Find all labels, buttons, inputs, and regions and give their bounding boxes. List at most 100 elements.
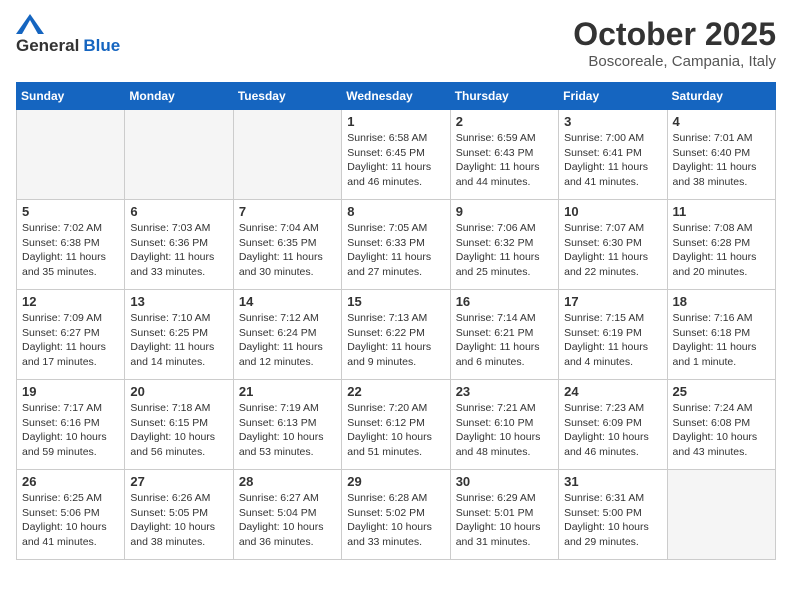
day-info: Sunrise: 7:09 AM Sunset: 6:27 PM Dayligh… xyxy=(22,311,119,370)
calendar-cell xyxy=(667,470,775,560)
day-info: Sunrise: 6:59 AM Sunset: 6:43 PM Dayligh… xyxy=(456,131,553,190)
calendar-cell: 25Sunrise: 7:24 AM Sunset: 6:08 PM Dayli… xyxy=(667,380,775,470)
calendar-cell: 8 Sunrise: 7:05 AM Sunset: 6:33 PM Daylig… xyxy=(342,200,450,290)
calendar-cell: 24 Sunrise: 7:23 AM Sunset: 6:09 PM Dayli… xyxy=(559,380,667,470)
day-info: Sunrise: 6:29 AM Sunset: 5:01 PM Dayligh… xyxy=(456,491,553,550)
calendar-cell xyxy=(17,110,125,200)
day-number: 12 xyxy=(22,294,119,309)
calendar-week-row: 26 Sunrise: 6:25 AM Sunset: 5:06 PM Dayli… xyxy=(17,470,776,560)
day-info: Sunrise: 7:05 AM Sunset: 6:33 PM Dayligh… xyxy=(347,221,444,280)
day-number: 15 xyxy=(347,294,444,309)
title-area: October 2025 Boscoreale, Campania, Italy xyxy=(573,16,776,70)
day-of-week-header: Saturday xyxy=(667,83,775,110)
day-info: Sunrise: 6:31 AM Sunset: 5:00 PM Dayligh… xyxy=(564,491,661,550)
calendar-cell: 29 Sunrise: 6:28 AM Sunset: 5:02 PM Dayli… xyxy=(342,470,450,560)
calendar-week-row: 5 Sunrise: 7:02 AM Sunset: 6:38 PM Daylig… xyxy=(17,200,776,290)
logo-icon xyxy=(16,14,44,34)
calendar-week-row: 12 Sunrise: 7:09 AM Sunset: 6:27 PM Dayli… xyxy=(17,290,776,380)
calendar-cell: 30Sunrise: 6:29 AM Sunset: 5:01 PM Dayli… xyxy=(450,470,558,560)
day-info: Sunrise: 7:00 AM Sunset: 6:41 PM Dayligh… xyxy=(564,131,661,190)
calendar-cell: 1 Sunrise: 6:58 AM Sunset: 6:45 PM Daylig… xyxy=(342,110,450,200)
day-number: 26 xyxy=(22,474,119,489)
day-number: 11 xyxy=(673,204,770,219)
day-of-week-header: Wednesday xyxy=(342,83,450,110)
day-info: Sunrise: 6:25 AM Sunset: 5:06 PM Dayligh… xyxy=(22,491,119,550)
calendar-week-row: 19 Sunrise: 7:17 AM Sunset: 6:16 PM Dayli… xyxy=(17,380,776,470)
day-info: Sunrise: 7:06 AM Sunset: 6:32 PM Dayligh… xyxy=(456,221,553,280)
calendar-cell: 2 Sunrise: 6:59 AM Sunset: 6:43 PM Daylig… xyxy=(450,110,558,200)
day-info: Sunrise: 6:58 AM Sunset: 6:45 PM Dayligh… xyxy=(347,131,444,190)
day-number: 31 xyxy=(564,474,661,489)
day-info: Sunrise: 6:27 AM Sunset: 5:04 PM Dayligh… xyxy=(239,491,336,550)
logo-general: General xyxy=(16,36,79,56)
calendar-cell: 23 Sunrise: 7:21 AM Sunset: 6:10 PM Dayli… xyxy=(450,380,558,470)
day-number: 1 xyxy=(347,114,444,129)
day-number: 4 xyxy=(673,114,770,129)
day-info: Sunrise: 7:12 AM Sunset: 6:24 PM Dayligh… xyxy=(239,311,336,370)
calendar-cell: 22 Sunrise: 7:20 AM Sunset: 6:12 PM Dayli… xyxy=(342,380,450,470)
day-number: 22 xyxy=(347,384,444,399)
day-number: 28 xyxy=(239,474,336,489)
day-number: 14 xyxy=(239,294,336,309)
day-number: 10 xyxy=(564,204,661,219)
day-info: Sunrise: 7:21 AM Sunset: 6:10 PM Dayligh… xyxy=(456,401,553,460)
logo-blue: Blue xyxy=(83,36,120,56)
day-number: 21 xyxy=(239,384,336,399)
day-info: Sunrise: 7:14 AM Sunset: 6:21 PM Dayligh… xyxy=(456,311,553,370)
calendar-cell: 7Sunrise: 7:04 AM Sunset: 6:35 PM Daylig… xyxy=(233,200,341,290)
calendar-cell: 17Sunrise: 7:15 AM Sunset: 6:19 PM Dayli… xyxy=(559,290,667,380)
day-of-week-header: Friday xyxy=(559,83,667,110)
location-title: Boscoreale, Campania, Italy xyxy=(573,53,776,70)
month-title: October 2025 xyxy=(573,16,776,53)
calendar-header-row: SundayMondayTuesdayWednesdayThursdayFrid… xyxy=(17,83,776,110)
day-number: 5 xyxy=(22,204,119,219)
day-info: Sunrise: 7:17 AM Sunset: 6:16 PM Dayligh… xyxy=(22,401,119,460)
day-info: Sunrise: 7:18 AM Sunset: 6:15 PM Dayligh… xyxy=(130,401,227,460)
calendar-cell: 19 Sunrise: 7:17 AM Sunset: 6:16 PM Dayli… xyxy=(17,380,125,470)
calendar-cell: 20Sunrise: 7:18 AM Sunset: 6:15 PM Dayli… xyxy=(125,380,233,470)
calendar-cell xyxy=(125,110,233,200)
day-of-week-header: Monday xyxy=(125,83,233,110)
day-info: Sunrise: 6:28 AM Sunset: 5:02 PM Dayligh… xyxy=(347,491,444,550)
day-number: 25 xyxy=(673,384,770,399)
calendar-cell: 27Sunrise: 6:26 AM Sunset: 5:05 PM Dayli… xyxy=(125,470,233,560)
calendar-cell: 14 Sunrise: 7:12 AM Sunset: 6:24 PM Dayli… xyxy=(233,290,341,380)
calendar-cell: 15 Sunrise: 7:13 AM Sunset: 6:22 PM Dayli… xyxy=(342,290,450,380)
calendar-cell: 31 Sunrise: 6:31 AM Sunset: 5:00 PM Dayli… xyxy=(559,470,667,560)
calendar-cell: 16Sunrise: 7:14 AM Sunset: 6:21 PM Dayli… xyxy=(450,290,558,380)
calendar-cell: 12 Sunrise: 7:09 AM Sunset: 6:27 PM Dayli… xyxy=(17,290,125,380)
day-number: 2 xyxy=(456,114,553,129)
day-number: 23 xyxy=(456,384,553,399)
day-info: Sunrise: 7:20 AM Sunset: 6:12 PM Dayligh… xyxy=(347,401,444,460)
day-info: Sunrise: 7:15 AM Sunset: 6:19 PM Dayligh… xyxy=(564,311,661,370)
calendar-cell: 6 Sunrise: 7:03 AM Sunset: 6:36 PM Daylig… xyxy=(125,200,233,290)
day-info: Sunrise: 7:10 AM Sunset: 6:25 PM Dayligh… xyxy=(130,311,227,370)
calendar-cell: 26 Sunrise: 6:25 AM Sunset: 5:06 PM Dayli… xyxy=(17,470,125,560)
day-number: 19 xyxy=(22,384,119,399)
day-number: 8 xyxy=(347,204,444,219)
day-info: Sunrise: 7:01 AM Sunset: 6:40 PM Dayligh… xyxy=(673,131,770,190)
calendar-cell: 11 Sunrise: 7:08 AM Sunset: 6:28 PM Dayli… xyxy=(667,200,775,290)
calendar-cell: 3Sunrise: 7:00 AM Sunset: 6:41 PM Daylig… xyxy=(559,110,667,200)
day-number: 24 xyxy=(564,384,661,399)
calendar-week-row: 1 Sunrise: 6:58 AM Sunset: 6:45 PM Daylig… xyxy=(17,110,776,200)
day-number: 6 xyxy=(130,204,227,219)
day-info: Sunrise: 7:07 AM Sunset: 6:30 PM Dayligh… xyxy=(564,221,661,280)
calendar-cell xyxy=(233,110,341,200)
day-number: 18 xyxy=(673,294,770,309)
day-info: Sunrise: 7:08 AM Sunset: 6:28 PM Dayligh… xyxy=(673,221,770,280)
day-info: Sunrise: 7:04 AM Sunset: 6:35 PM Dayligh… xyxy=(239,221,336,280)
day-info: Sunrise: 7:23 AM Sunset: 6:09 PM Dayligh… xyxy=(564,401,661,460)
day-info: Sunrise: 7:13 AM Sunset: 6:22 PM Dayligh… xyxy=(347,311,444,370)
day-number: 29 xyxy=(347,474,444,489)
day-number: 13 xyxy=(130,294,227,309)
calendar-cell: 10 Sunrise: 7:07 AM Sunset: 6:30 PM Dayli… xyxy=(559,200,667,290)
day-info: Sunrise: 7:16 AM Sunset: 6:18 PM Dayligh… xyxy=(673,311,770,370)
day-info: Sunrise: 7:02 AM Sunset: 6:38 PM Dayligh… xyxy=(22,221,119,280)
day-info: Sunrise: 7:19 AM Sunset: 6:13 PM Dayligh… xyxy=(239,401,336,460)
day-info: Sunrise: 7:03 AM Sunset: 6:36 PM Dayligh… xyxy=(130,221,227,280)
day-number: 27 xyxy=(130,474,227,489)
day-of-week-header: Sunday xyxy=(17,83,125,110)
calendar-cell: 28 Sunrise: 6:27 AM Sunset: 5:04 PM Dayli… xyxy=(233,470,341,560)
header: General Blue October 2025 Boscoreale, Ca… xyxy=(16,16,776,70)
